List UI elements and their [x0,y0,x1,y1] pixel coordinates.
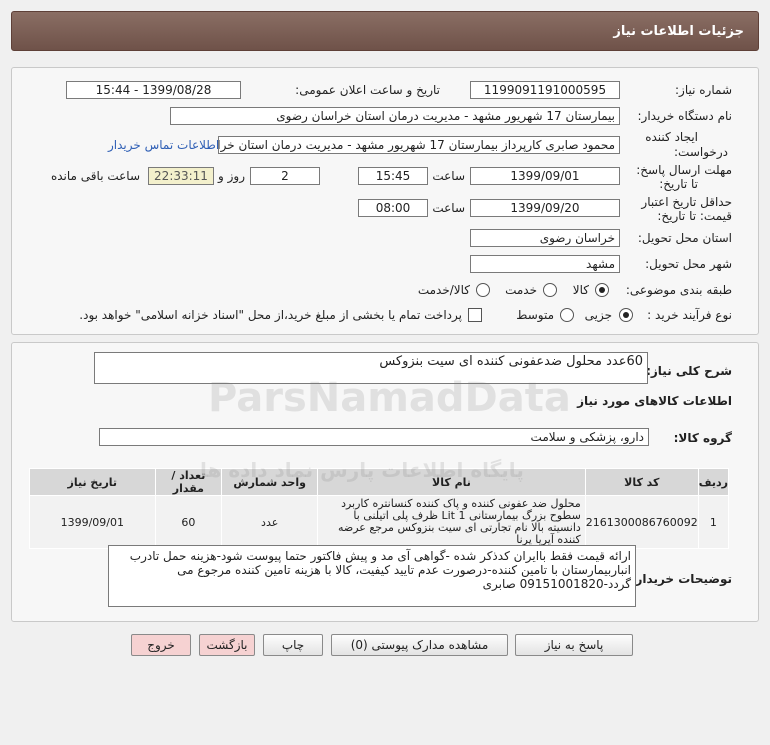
creator-label-2: درخواست: [674,145,728,159]
days-field: 2 [250,167,320,185]
deadline-date-field: 1399/09/01 [470,167,620,185]
creator-field: محمود صابری کارپرداز بیمارستان 17 شهریور… [218,136,620,154]
reply-button[interactable]: پاسخ به نیاز [515,634,633,656]
process-option-minor: جزیی [584,308,612,322]
remaining-time-field: 22:33:11 [148,167,214,185]
buyer-notes-label: توضیحات خریدار: [630,572,732,586]
category-option-goods: کالا [572,283,589,297]
deadline-time-label: ساعت [432,169,465,183]
validity-label-2: قیمت: تا تاریخ: [657,209,732,223]
province-field: خراسان رضوی [470,229,620,247]
print-button[interactable]: چاپ [263,634,323,656]
days-label: روز و [218,169,245,183]
col-header-index: ردیف [697,468,730,496]
announce-date-field: 1399/08/28 - 15:44 [66,81,241,99]
need-number-field: 1199091191000595 [470,81,620,99]
creator-label-1: ایجاد کننده [645,130,698,144]
category-option-goods-service: کالا/خدمت [417,283,470,297]
process-radio-minor[interactable] [619,308,633,322]
cell-index: 1 [697,495,730,549]
buyer-contact-link[interactable]: اطلاعات تماس خریدار [108,138,219,152]
col-header-unit: واحد شمارش [221,468,319,496]
goods-table: ردیف کد کالا نام کالا واحد شمارش تعداد /… [29,468,730,549]
announce-label: تاریخ و ساعت اعلان عمومی: [295,83,440,97]
validity-label-1: حداقل تاریخ اعتبار [641,195,732,209]
cell-name: محلول ضد عفونی کننده و پاک کننده کنسانتر… [317,495,586,549]
validity-time-field: 08:00 [358,199,428,217]
deadline-label-2: تا تاریخ: [659,177,698,191]
category-radio-service[interactable] [543,283,557,297]
summary-label: شرح کلی نیاز: [646,364,732,378]
col-header-name: نام کالا [317,468,586,496]
city-field: مشهد [470,255,620,273]
col-header-qty: تعداد / مقدار [154,468,223,496]
process-option-medium: متوسط [516,308,554,322]
summary-field: 60عدد محلول ضدعفونی کننده ای سیت بنزوکس [94,352,648,384]
attachments-button[interactable]: مشاهده مدارک پیوستی (0) [331,634,508,656]
exit-button[interactable]: خروج [131,634,191,656]
city-label: شهر محل تحویل: [645,257,732,271]
category-radio-goods-service[interactable] [476,283,490,297]
goods-group-field: دارو، پزشکی و سلامت [99,428,649,446]
buyer-org-label: نام دستگاه خریدار: [637,109,733,123]
buyer-org-field: بیمارستان 17 شهریور مشهد - مدیریت درمان … [170,107,620,125]
treasury-payment-note: پرداخت تمام یا بخشی از مبلغ خرید،از محل … [79,308,462,322]
page-header: جزئیات اطلاعات نیاز [11,11,759,51]
province-label: استان محل تحویل: [637,231,732,245]
back-button[interactable]: بازگشت [199,634,255,656]
cell-date: 1399/09/01 [29,495,156,549]
col-header-date: تاریخ نیاز [29,468,156,496]
process-label: نوع فرآیند خرید : [647,308,732,322]
col-header-code: کد کالا [584,468,699,496]
category-label: طبقه بندی موضوعی: [625,283,732,297]
validity-date-field: 1399/09/20 [470,199,620,217]
validity-time-label: ساعت [432,201,465,215]
goods-info-title: اطلاعات کالاهای مورد نیاز [577,394,732,408]
need-number-label: شماره نیاز: [675,83,732,97]
goods-group-label: گروه کالا: [673,431,732,445]
table-row: 1 2161300086760092 محلول ضد عفونی کننده … [29,495,730,549]
cell-code: 2161300086760092 [584,495,699,549]
buyer-notes-field: ارائه قیمت فقط باایران کدذکر شده -گواهی … [108,545,636,607]
process-radio-medium[interactable] [560,308,574,322]
deadline-label-1: مهلت ارسال پاسخ: [636,163,732,177]
cell-unit: عدد [221,495,319,549]
remaining-label: ساعت باقی مانده [50,169,140,183]
category-radio-goods[interactable] [595,283,609,297]
deadline-time-field: 15:45 [358,167,428,185]
treasury-payment-checkbox[interactable] [468,308,482,322]
cell-qty: 60 [154,495,223,549]
category-option-service: خدمت [505,283,537,297]
page-title: جزئیات اطلاعات نیاز [613,24,744,39]
